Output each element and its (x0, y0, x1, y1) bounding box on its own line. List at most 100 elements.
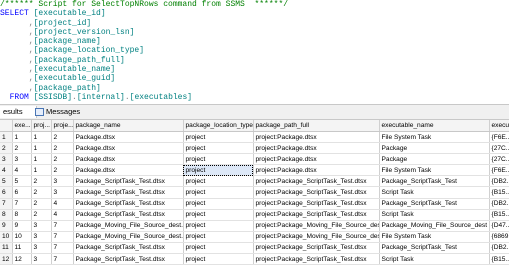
table-row[interactable]: 2 2 1 2 Package.dtsx project project:Package.d… (0, 142, 509, 155)
table-cell[interactable]: 3 (51, 175, 74, 188)
table-cell[interactable]: project:Package_ScriptTask_Test.dtsx (253, 242, 380, 255)
table-row[interactable]: 4 4 1 2 Package.dtsx project project:Package.d… (0, 164, 509, 177)
table-cell[interactable]: Package_Moving_File_Source_dest (379, 220, 490, 232)
table-cell[interactable]: project:Package_Moving_File_Source_dest.… (253, 220, 380, 232)
table-cell[interactable]: Package (379, 142, 490, 155)
table-cell[interactable]: 7 (51, 231, 74, 243)
table-row[interactable]: 101037Package_Moving_File_Source_dest.dt… (0, 231, 509, 243)
table-row[interactable]: 6 6 2 3 Package_ScriptTask_Test.dtsx project p… (0, 186, 509, 199)
table-cell[interactable]: project (183, 231, 254, 243)
table-cell[interactable]: {B15... (489, 209, 509, 221)
row-number[interactable]: 8 (0, 209, 13, 221)
row-number[interactable]: 11 (0, 242, 13, 255)
table-cell[interactable]: 2 (51, 153, 74, 166)
grid-corner[interactable] (0, 120, 13, 132)
table-cell[interactable]: {27C... (489, 142, 509, 155)
table-cell[interactable]: {DB2... (489, 198, 509, 210)
table-cell[interactable]: {DB2... (489, 175, 509, 188)
table-cell[interactable]: 3 (31, 242, 52, 255)
table-cell[interactable]: Package.dtsx (73, 153, 184, 166)
table-cell[interactable]: Package_ScriptTask_Test.dtsx (73, 209, 184, 221)
table-cell[interactable]: 12 (12, 253, 32, 266)
table-cell[interactable]: project:Package.dtsx (253, 164, 380, 177)
table-cell[interactable]: 11 (12, 242, 32, 255)
table-cell[interactable]: 1 (31, 164, 52, 177)
table-row[interactable]: 8 8 2 4 Package_ScriptTask_Test.dtsx project p… (0, 209, 509, 221)
table-cell[interactable]: Package.dtsx (73, 131, 184, 144)
table-cell[interactable]: Package_Moving_File_Source_dest.dtsx (73, 220, 184, 232)
row-number[interactable]: 7 (0, 198, 13, 210)
table-cell[interactable]: project:Package_Moving_File_Source_dest.… (253, 231, 380, 243)
table-cell[interactable]: Package_ScriptTask_Test (379, 242, 490, 255)
table-row[interactable]: 12 12 3 7 Package_ScriptTask_Test.dtsx projec… (0, 253, 509, 266)
table-row[interactable]: 11 11 3 7 Package_ScriptTask_Test.dtsx projec… (0, 242, 509, 255)
table-cell[interactable]: Package_ScriptTask_Test.dtsx (73, 175, 184, 188)
table-cell[interactable]: project:Package_ScriptTask_Test.dtsx (253, 253, 380, 266)
table-cell[interactable]: project:Package.dtsx (253, 153, 380, 166)
table-cell[interactable]: Package_ScriptTask_Test.dtsx (73, 242, 184, 255)
table-cell[interactable]: 7 (12, 198, 32, 210)
sql-editor[interactable]: /****** Script for SelectTopNRows comman… (0, 0, 509, 103)
column-header[interactable]: executable_name (379, 120, 490, 132)
table-cell[interactable]: {B15... (489, 253, 509, 266)
table-cell[interactable]: File System Task (379, 131, 490, 144)
table-row[interactable]: 3 3 1 2 Package.dtsx project project:Package.d… (0, 153, 509, 166)
table-cell[interactable]: 7 (51, 220, 74, 232)
table-cell[interactable]: 7 (51, 242, 74, 255)
column-header[interactable]: proje... (51, 120, 74, 132)
table-cell[interactable]: Package_ScriptTask_Test.dtsx (73, 186, 184, 199)
table-cell[interactable]: 3 (51, 186, 74, 199)
row-number[interactable]: 1 (0, 131, 13, 144)
table-cell[interactable]: 3 (31, 231, 52, 243)
table-cell[interactable]: project:Package_ScriptTask_Test.dtsx (253, 198, 380, 210)
table-cell[interactable]: 8 (12, 209, 32, 221)
table-cell[interactable]: {F6E... (489, 131, 509, 144)
table-cell[interactable]: {6869... (489, 231, 509, 243)
table-cell[interactable]: Package_ScriptTask_Test.dtsx (73, 253, 184, 266)
table-row[interactable]: 5 5 2 3 Package_ScriptTask_Test.dtsx project p… (0, 175, 509, 188)
column-header[interactable]: package_name (73, 120, 184, 132)
table-cell[interactable]: project (183, 164, 254, 177)
row-number[interactable]: 6 (0, 186, 13, 199)
table-cell[interactable]: Script Task (379, 209, 490, 221)
column-header[interactable]: exe... (12, 120, 32, 132)
table-cell[interactable]: 2 (31, 198, 52, 210)
table-cell[interactable]: 6 (12, 186, 32, 199)
table-cell[interactable]: project:Package.dtsx (253, 142, 380, 155)
table-cell[interactable]: 4 (12, 164, 32, 177)
table-cell[interactable]: 2 (31, 186, 52, 199)
table-cell[interactable]: {F6E... (489, 164, 509, 177)
row-number[interactable]: 5 (0, 175, 13, 188)
table-cell[interactable]: project:Package_ScriptTask_Test.dtsx (253, 186, 380, 199)
table-cell[interactable]: project (183, 220, 254, 232)
table-cell[interactable]: 3 (31, 220, 52, 232)
table-cell[interactable]: Package_Moving_File_Source_dest.dtsx (73, 231, 184, 243)
table-cell[interactable]: 9 (12, 220, 32, 232)
table-cell[interactable]: Package.dtsx (73, 164, 184, 177)
table-cell[interactable]: 4 (51, 198, 74, 210)
table-cell[interactable]: 1 (31, 153, 52, 166)
table-cell[interactable]: project (183, 175, 254, 188)
row-number[interactable]: 10 (0, 231, 13, 243)
column-header[interactable]: execu... (489, 120, 509, 132)
row-number[interactable]: 9 (0, 220, 13, 232)
table-row[interactable]: 1 1 1 2 Package.dtsx project project:Package.d… (0, 131, 509, 144)
table-cell[interactable]: project (183, 209, 254, 221)
table-cell[interactable]: Package_ScriptTask_Test.dtsx (73, 198, 184, 210)
table-cell[interactable]: project (183, 242, 254, 255)
table-cell[interactable]: project:Package_ScriptTask_Test.dtsx (253, 175, 380, 188)
table-cell[interactable]: project (183, 198, 254, 210)
column-header[interactable]: package_location_type (183, 120, 254, 132)
row-number[interactable]: 2 (0, 142, 13, 155)
table-cell[interactable]: Script Task (379, 186, 490, 199)
column-header[interactable]: package_path_full (253, 120, 380, 132)
table-cell[interactable]: project:Package_ScriptTask_Test.dtsx (253, 209, 380, 221)
table-cell[interactable]: File System Task (379, 231, 490, 243)
table-cell[interactable]: 10 (12, 231, 32, 243)
table-cell[interactable]: 2 (51, 131, 74, 144)
row-number[interactable]: 12 (0, 253, 13, 266)
table-cell[interactable]: 5 (12, 175, 32, 188)
table-cell[interactable]: 2 (12, 142, 32, 155)
table-cell[interactable]: project:Package.dtsx (253, 131, 380, 144)
table-cell[interactable]: 7 (51, 253, 74, 266)
